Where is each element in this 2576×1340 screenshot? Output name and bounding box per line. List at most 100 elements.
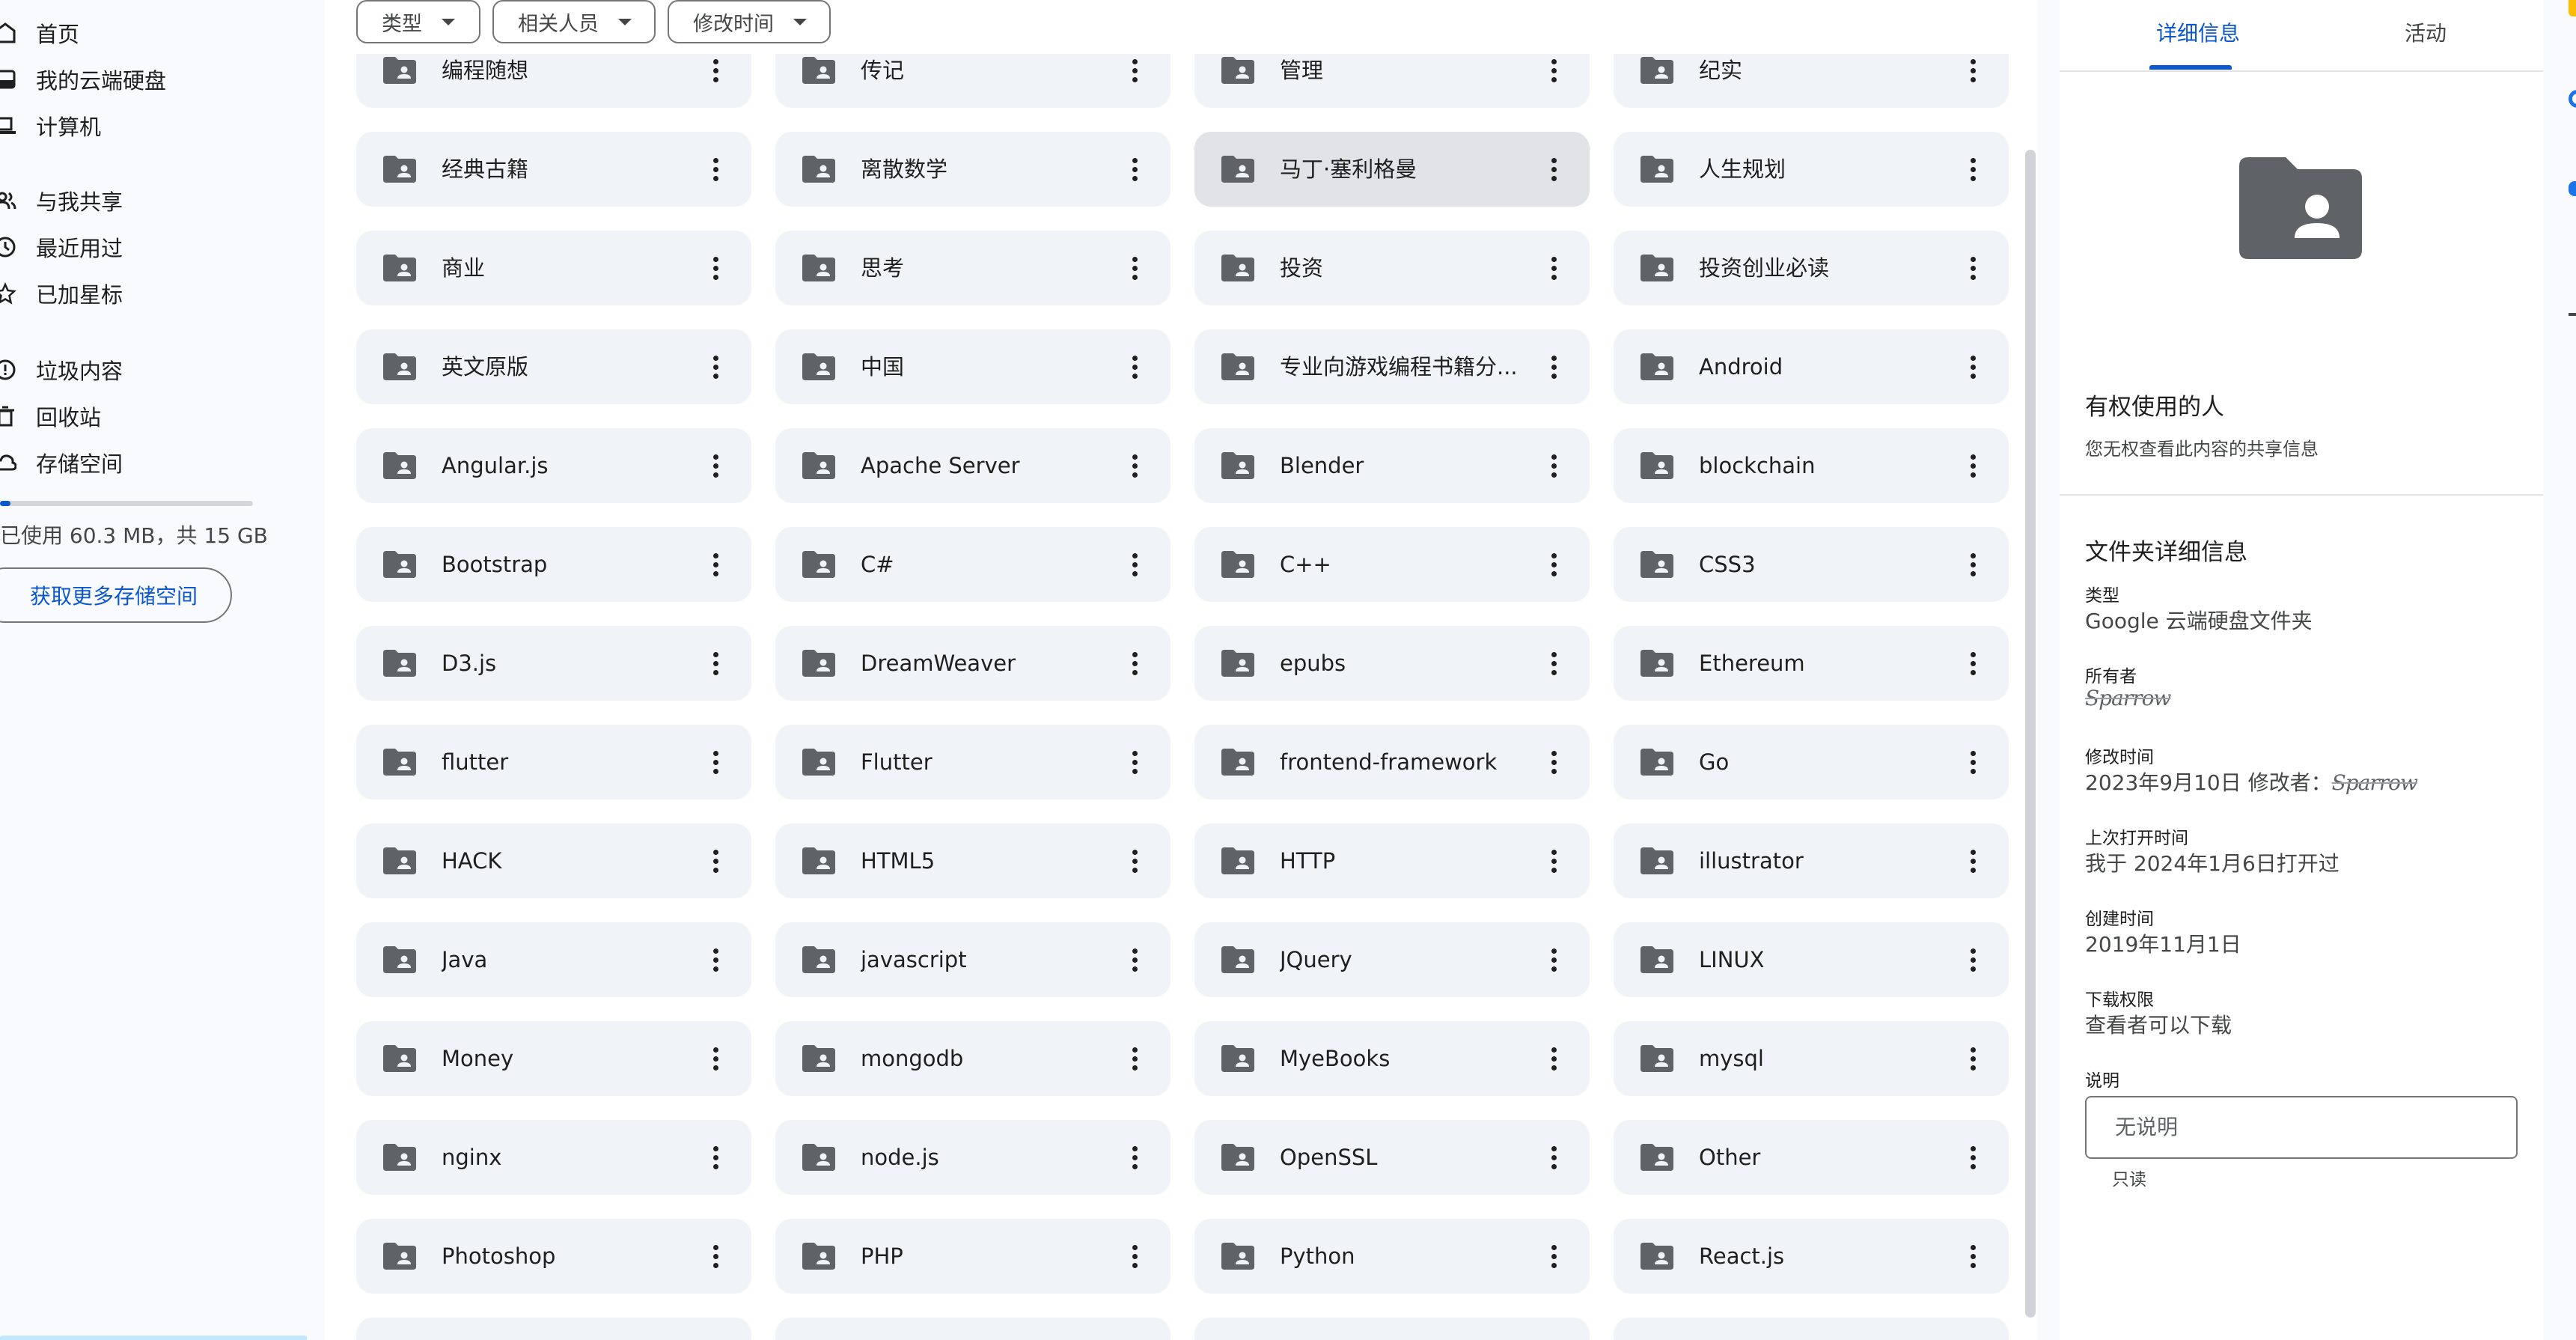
folder-card[interactable]: CSS3 [1614, 527, 2009, 602]
more-actions-icon[interactable] [1955, 1139, 1991, 1175]
folder-card[interactable]: HTTP [1194, 823, 1590, 898]
sidebar-item-5[interactable]: 最近用过 [0, 226, 314, 268]
more-actions-icon[interactable] [1117, 843, 1153, 879]
more-actions-icon[interactable] [698, 1139, 733, 1175]
folder-card[interactable]: frontend-framework [1194, 725, 1590, 800]
filter-people-chip[interactable]: 相关人员 [492, 0, 656, 43]
more-actions-icon[interactable] [1955, 250, 1991, 286]
folder-card[interactable]: Angular.js [356, 428, 751, 503]
more-actions-icon[interactable] [1955, 645, 1991, 681]
more-actions-icon[interactable] [1955, 151, 1991, 187]
keep-icon[interactable] [2569, 90, 2576, 108]
sidebar-item-7[interactable]: 垃圾内容 [0, 349, 314, 391]
more-actions-icon[interactable] [1536, 349, 1572, 385]
more-actions-icon[interactable] [1117, 250, 1153, 286]
more-actions-icon[interactable] [1117, 546, 1153, 582]
more-actions-icon[interactable] [1536, 1041, 1572, 1076]
folder-card-partial[interactable] [1194, 1318, 1590, 1340]
more-actions-icon[interactable] [1117, 645, 1153, 681]
more-actions-icon[interactable] [698, 52, 733, 88]
folder-card[interactable]: React.js [1614, 1219, 2009, 1294]
more-actions-icon[interactable] [698, 942, 733, 978]
get-more-storage-button[interactable]: 获取更多存储空间 [0, 567, 232, 623]
folder-card-partial[interactable] [1614, 1318, 2009, 1340]
more-actions-icon[interactable] [1117, 942, 1153, 978]
more-actions-icon[interactable] [1117, 151, 1153, 187]
folder-card[interactable]: Go [1614, 725, 2009, 800]
folder-card[interactable]: mysql [1614, 1021, 2009, 1096]
more-actions-icon[interactable] [1117, 1041, 1153, 1076]
folder-card[interactable]: mongodb [775, 1021, 1171, 1096]
folder-card[interactable]: Photoshop [356, 1219, 751, 1294]
more-actions-icon[interactable] [1117, 1139, 1153, 1175]
folder-card-partial[interactable] [775, 1318, 1171, 1340]
more-actions-icon[interactable] [1536, 546, 1572, 582]
folder-card[interactable]: HACK [356, 823, 751, 898]
more-actions-icon[interactable] [1536, 1139, 1572, 1175]
more-actions-icon[interactable] [698, 1041, 733, 1076]
more-actions-icon[interactable] [698, 1238, 733, 1274]
folder-card[interactable]: flutter [356, 725, 751, 800]
sidebar-item-9[interactable]: 存储空间 [0, 442, 314, 484]
tasks-icon[interactable] [2569, 181, 2576, 196]
folder-card[interactable]: Java [356, 922, 751, 997]
folder-card[interactable]: 中国 [775, 329, 1171, 404]
folder-card[interactable]: D3.js [356, 626, 751, 701]
folder-card[interactable]: PHP [775, 1219, 1171, 1294]
scrollbar-thumb[interactable] [2025, 150, 2036, 1318]
folder-card[interactable]: 思考 [775, 231, 1171, 305]
folder-card[interactable]: HTML5 [775, 823, 1171, 898]
more-actions-icon[interactable] [1955, 744, 1991, 780]
tab-activity[interactable]: 活动 [2347, 0, 2504, 69]
folder-card[interactable]: C# [775, 527, 1171, 602]
folder-card[interactable]: epubs [1194, 626, 1590, 701]
folder-card[interactable]: 投资创业必读 [1614, 231, 2009, 305]
more-actions-icon[interactable] [1117, 1238, 1153, 1274]
calendar-icon[interactable] [2569, 0, 2576, 16]
folder-card[interactable]: Python [1194, 1219, 1590, 1294]
folder-card[interactable]: Money [356, 1021, 751, 1096]
folder-card[interactable]: DreamWeaver [775, 626, 1171, 701]
more-actions-icon[interactable] [1117, 744, 1153, 780]
folder-card[interactable]: nginx [356, 1120, 751, 1195]
folder-card-partial[interactable] [356, 1318, 751, 1340]
folder-card[interactable]: Other [1614, 1120, 2009, 1195]
folder-card[interactable]: node.js [775, 1120, 1171, 1195]
more-actions-icon[interactable] [1955, 1041, 1991, 1076]
more-actions-icon[interactable] [1955, 546, 1991, 582]
sidebar-item-4[interactable]: 与我共享 [0, 180, 314, 222]
more-actions-icon[interactable] [1536, 448, 1572, 484]
more-actions-icon[interactable] [1117, 52, 1153, 88]
more-actions-icon[interactable] [1536, 250, 1572, 286]
sidebar-item-6[interactable]: 已加星标 [0, 272, 314, 314]
more-actions-icon[interactable] [698, 448, 733, 484]
more-actions-icon[interactable] [698, 151, 733, 187]
folder-card[interactable]: MyeBooks [1194, 1021, 1590, 1096]
more-actions-icon[interactable] [698, 546, 733, 582]
folder-card[interactable]: JQuery [1194, 922, 1590, 997]
folder-card[interactable]: 投资 [1194, 231, 1590, 305]
more-actions-icon[interactable] [698, 744, 733, 780]
more-actions-icon[interactable] [1955, 52, 1991, 88]
folder-card[interactable]: Bootstrap [356, 527, 751, 602]
description-field[interactable]: 无说明 [2085, 1096, 2518, 1159]
folder-card[interactable]: OpenSSL [1194, 1120, 1590, 1195]
folder-card[interactable]: C++ [1194, 527, 1590, 602]
folder-card[interactable]: 人生规划 [1614, 132, 2009, 207]
folder-card[interactable]: javascript [775, 922, 1171, 997]
folder-card[interactable]: 英文原版 [356, 329, 751, 404]
more-actions-icon[interactable] [1536, 744, 1572, 780]
more-actions-icon[interactable] [1117, 349, 1153, 385]
sidebar-item-3[interactable]: 计算机 [0, 105, 314, 147]
more-actions-icon[interactable] [1955, 1238, 1991, 1274]
more-actions-icon[interactable] [1955, 843, 1991, 879]
sidebar-item-8[interactable]: 回收站 [0, 395, 314, 437]
more-actions-icon[interactable] [1536, 52, 1572, 88]
sidebar-item-2[interactable]: 我的云端硬盘 [0, 58, 314, 100]
folder-card[interactable]: 离散数学 [775, 132, 1171, 207]
folder-card[interactable]: Apache Server [775, 428, 1171, 503]
folder-card[interactable]: Ethereum [1614, 626, 2009, 701]
folder-card[interactable]: blockchain [1614, 428, 2009, 503]
filter-modified-chip[interactable]: 修改时间 [668, 0, 831, 43]
more-actions-icon[interactable] [698, 349, 733, 385]
